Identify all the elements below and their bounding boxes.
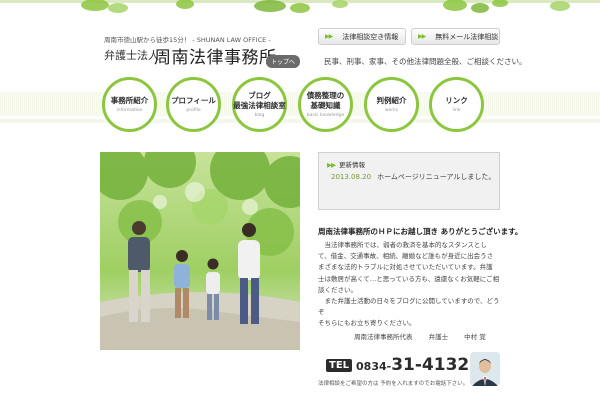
- double-chevron-right-icon: ▶▶: [327, 161, 336, 169]
- tel-number: 31-4132: [391, 355, 470, 375]
- tel-area-code: 0834-: [356, 360, 392, 373]
- corp-type-label: 弁護士法人: [104, 49, 159, 62]
- news-item[interactable]: 2013.08.20 ホームページリニューアルしました。: [327, 172, 495, 182]
- greeting-line: て、借金、交通事故、相続、離婚など誰もが身近に出会うさ: [318, 252, 494, 261]
- news-title: ▶▶ 更新情報: [327, 159, 491, 169]
- nav-item-basic-knowledge[interactable]: 債務整理の 基礎知識 basic knowledge: [298, 77, 353, 132]
- tel-note: 法律相談をご希望の方は 予約を入れますのでお電話下さい。: [318, 381, 469, 387]
- nav-item-profile[interactable]: プロフィール profile: [166, 77, 221, 132]
- nav-item-sub: profile: [186, 108, 201, 113]
- signature-org: 周南法律事務所代表: [354, 333, 413, 341]
- nav-band-stripe: [0, 119, 600, 123]
- news-date: 2013.08.20: [331, 173, 372, 181]
- greeting-body: 当法律事務所では、弱者の救済を基本的なスタンスとし て、借金、交通事故、相続、離…: [318, 240, 504, 330]
- nav-item-sub: blog: [254, 113, 265, 118]
- nav-item-sub: basic knowledge: [306, 113, 345, 118]
- nav-item-blog[interactable]: ブログ 最強法律相談室 blog: [232, 77, 287, 132]
- firm-name-logo[interactable]: 周南法律事務所: [154, 43, 277, 68]
- phone-number[interactable]: TEL 0834- 31-4132: [326, 356, 469, 374]
- greeting-line: ぞ: [318, 308, 325, 317]
- free-email-consult-label: 無料メール法律相談: [435, 32, 499, 41]
- news-title-label: 更新情報: [339, 161, 365, 169]
- top-foliage-decoration: [0, 0, 600, 14]
- consultation-availability-button[interactable]: ▶▶ 法律相談空き情報: [318, 28, 406, 45]
- nav-item-link[interactable]: リンク link: [429, 77, 484, 132]
- nav-item-sub: link: [452, 108, 461, 113]
- greeting-line: まざまな法的トラブルに対処させていただいています。弁護: [318, 263, 493, 272]
- double-chevron-right-icon: ▶▶: [418, 33, 426, 40]
- greeting-line: 士は敷居が高くて…と思っている方も、遠慮なくお気軽にご相: [318, 274, 500, 283]
- double-chevron-right-icon: ▶▶: [325, 33, 333, 40]
- family-walking-photo: [100, 152, 300, 350]
- nav-item-sub: information: [116, 108, 143, 113]
- signature-name: 中村 覚: [464, 333, 486, 341]
- nav-item-sub: works: [384, 108, 399, 113]
- lawyer-portrait: [470, 352, 500, 386]
- nav-item-label-line2: 最強法律相談室: [233, 101, 286, 110]
- greeting-line: また弁護士活動の日々をブログに公開していますので、どう: [318, 297, 500, 306]
- greeting-title: 周南法律事務所のＨＰにお越し頂き ありがとうございます。: [318, 227, 523, 236]
- signature-title: 弁護士: [428, 333, 449, 341]
- nav-item-label: リンク: [445, 96, 468, 105]
- greeting-line: そちらにもお立ち寄りください。: [318, 319, 416, 328]
- news-text: ホームページリニューアルしました。: [377, 173, 496, 181]
- tel-label: TEL: [326, 359, 353, 372]
- consultation-availability-label: 法律相談空き情報: [342, 32, 399, 41]
- nav-item-label-line2: 基礎知識: [310, 101, 341, 110]
- greeting-line: 当法律事務所では、弱者の救済を基本的なスタンスとし: [318, 241, 487, 249]
- top-page-link[interactable]: トップへ: [266, 55, 301, 68]
- greeting-signature: 周南法律事務所代表 弁護士 中村 覚: [354, 331, 500, 341]
- nav-item-label: 判例紹介: [376, 96, 407, 105]
- greeting-line: 談ください。: [318, 285, 357, 294]
- header-description: 民事、刑事、家事、その他法律問題全般、ご相談ください。: [324, 57, 527, 66]
- nav-item-works[interactable]: 判例紹介 works: [364, 77, 419, 132]
- nav-item-label-line1: 債務整理の: [306, 91, 345, 100]
- news-box: ▶▶ 更新情報 2013.08.20 ホームページリニューアルしました。: [318, 152, 500, 210]
- nav-item-label: 事務所紹介: [110, 96, 149, 105]
- free-email-consult-button[interactable]: ▶▶ 無料メール法律相談: [411, 28, 500, 45]
- nav-item-information[interactable]: 事務所紹介 information: [102, 77, 157, 132]
- nav-item-label-line1: ブログ: [248, 91, 271, 100]
- nav-item-label: プロフィール: [171, 96, 216, 105]
